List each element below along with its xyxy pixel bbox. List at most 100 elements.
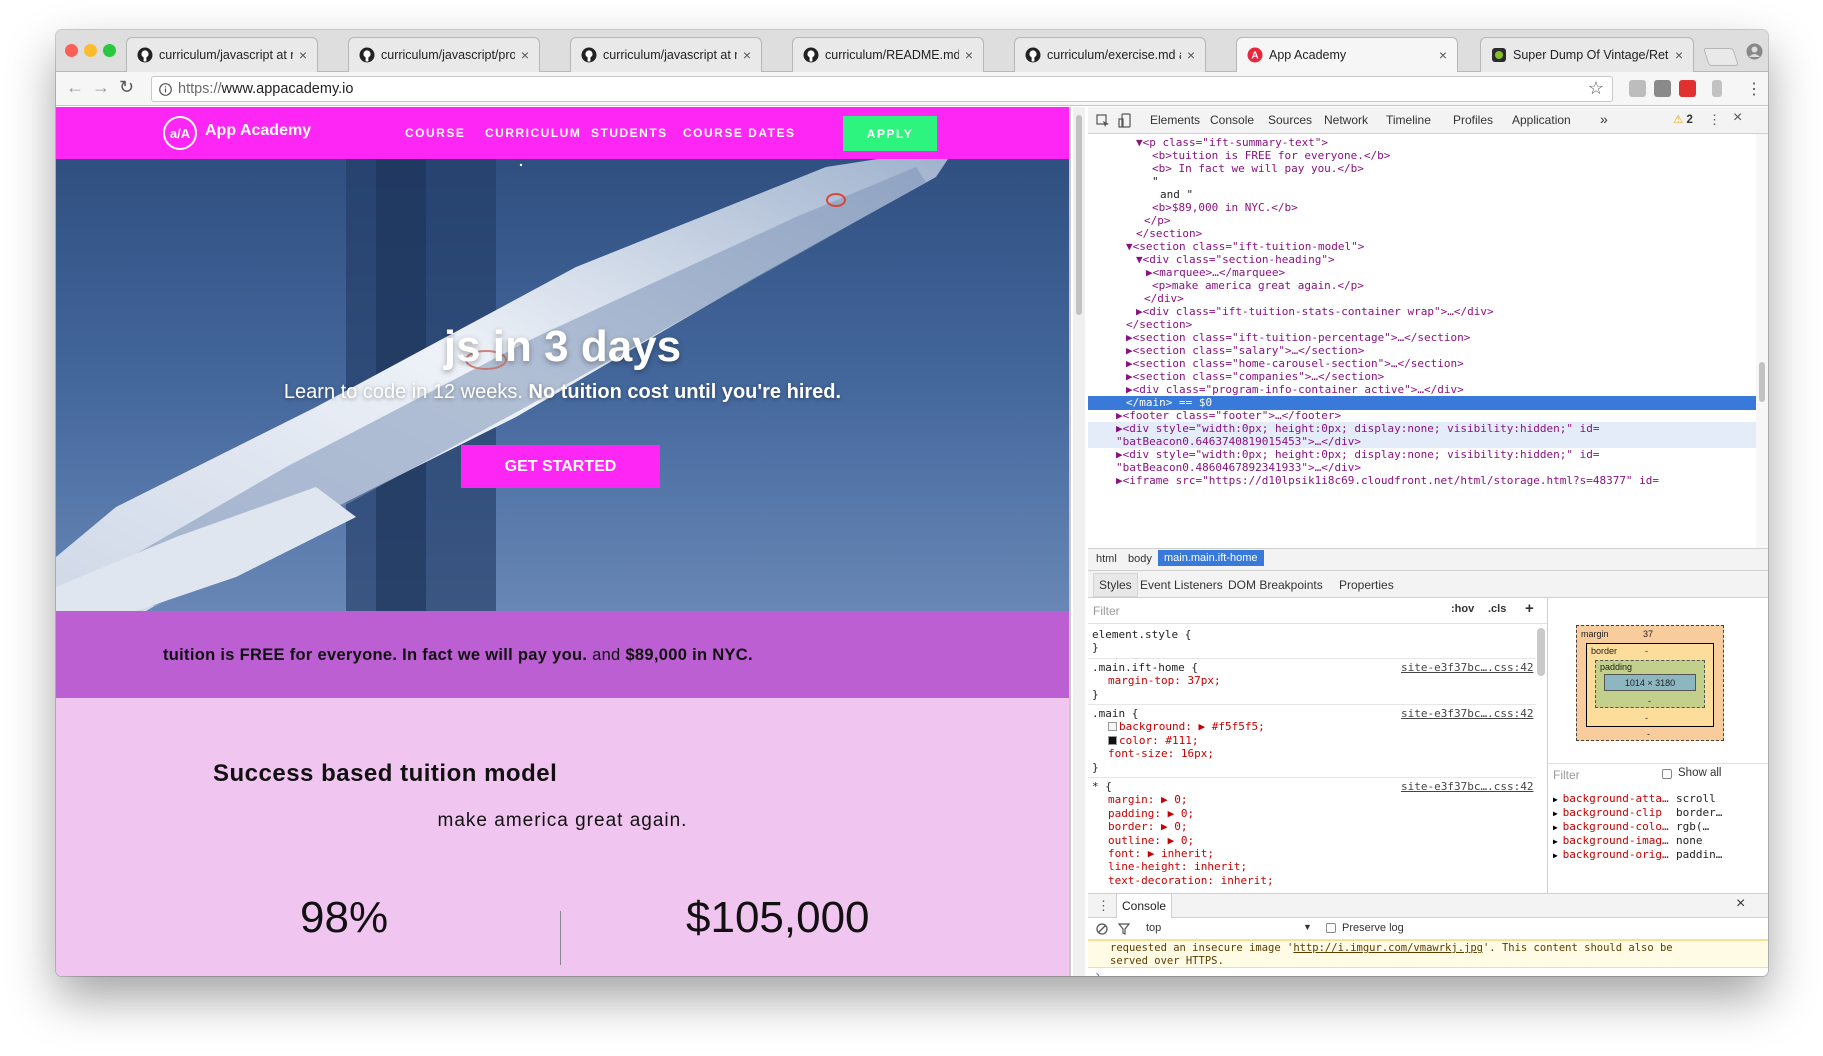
- styles-filter-input[interactable]: Filter: [1093, 604, 1120, 618]
- cls-toggle[interactable]: .cls: [1488, 603, 1506, 615]
- css-declaration[interactable]: border: ▶ 0;: [1108, 820, 1187, 834]
- close-icon[interactable]: ×: [743, 47, 751, 63]
- reload-icon[interactable]: ↻: [119, 77, 134, 98]
- tab-timeline[interactable]: Timeline: [1386, 113, 1431, 127]
- tab-3[interactable]: curriculum/README.md at ma ×: [792, 37, 984, 72]
- crumb-html[interactable]: html: [1096, 553, 1117, 565]
- dom-node-line[interactable]: </p>: [1144, 214, 1171, 228]
- dom-node-line[interactable]: ▶<div class="program-info-container acti…: [1126, 383, 1464, 397]
- dom-node-line[interactable]: </section>: [1136, 227, 1202, 241]
- css-rule-line[interactable]: .main {: [1092, 707, 1138, 721]
- apply-button[interactable]: APPLY: [843, 116, 937, 151]
- dom-node-line[interactable]: ▶<iframe src="https://d10lpsik1i8c69.clo…: [1116, 474, 1659, 488]
- chevron-down-icon[interactable]: ▼: [1303, 922, 1312, 932]
- more-tabs-icon[interactable]: »: [1600, 111, 1608, 127]
- chrome-menu-icon[interactable]: ⋮: [1746, 79, 1762, 99]
- dom-node-line[interactable]: <b>tuition is FREE for everyone.</b>: [1152, 149, 1390, 163]
- css-rule-line[interactable]: element.style {: [1092, 628, 1191, 642]
- tab-2[interactable]: curriculum/javascript at maste ×: [570, 37, 762, 72]
- dom-node-line[interactable]: "batBeacon0.6463740819015453">…</div>: [1116, 435, 1361, 449]
- dom-node-line[interactable]: ▶<section class="salary">…</section>: [1126, 344, 1364, 358]
- site-logo-text[interactable]: App Academy: [205, 122, 311, 140]
- box-model-margin-top[interactable]: 37: [1643, 629, 1653, 639]
- close-icon[interactable]: ×: [521, 47, 529, 63]
- console-prompt[interactable]: ›: [1094, 968, 1101, 976]
- dom-node-line[interactable]: <b> In fact we will pay you.</b>: [1152, 162, 1364, 176]
- box-model-padding-bottom[interactable]: -: [1648, 696, 1651, 706]
- stylesheet-link[interactable]: site-e3f37bc….css:42: [1401, 707, 1533, 720]
- close-icon[interactable]: ×: [299, 47, 307, 63]
- expand-triangle-icon[interactable]: ▶: [1553, 809, 1563, 818]
- dom-node-line[interactable]: and ": [1160, 188, 1193, 202]
- dom-node-line[interactable]: "batBeacon0.4860467892341933">…</div>: [1116, 461, 1361, 475]
- box-model-margin-bottom[interactable]: -: [1647, 729, 1650, 739]
- computed-property[interactable]: ▶ background-colo…: [1553, 820, 1669, 834]
- stylesheet-link[interactable]: site-e3f37bc….css:42: [1401, 780, 1533, 793]
- tab-6[interactable]: Super Dump Of Vintage/Retro ×: [1480, 37, 1694, 72]
- extension-m-icon[interactable]: [1654, 80, 1671, 97]
- subtab-event-listeners[interactable]: Event Listeners: [1140, 578, 1223, 592]
- extension-bar-icon[interactable]: [1712, 80, 1722, 97]
- tab-4[interactable]: curriculum/exercise.md at ma ×: [1014, 37, 1206, 72]
- dom-node-line[interactable]: ▼<div class="section-heading">: [1136, 253, 1335, 267]
- box-model-padding[interactable]: padding - 1014 × 3180: [1595, 660, 1705, 708]
- dom-node-line[interactable]: </section>: [1126, 318, 1192, 332]
- css-declaration[interactable]: text-decoration: inherit;: [1108, 874, 1274, 888]
- box-model-border[interactable]: border - - padding - 1014 × 3180: [1586, 643, 1714, 727]
- dom-node-line[interactable]: ▶<div style="width:0px; height:0px; disp…: [1116, 448, 1599, 462]
- dom-node-line[interactable]: <b>$89,000 in NYC.</b>: [1152, 201, 1298, 215]
- computed-property[interactable]: ▶ background-imag…: [1553, 834, 1669, 848]
- devtools-menu-icon[interactable]: ⋮: [1708, 112, 1721, 128]
- subtab-dom-breakpoints[interactable]: DOM Breakpoints: [1228, 578, 1323, 592]
- info-icon[interactable]: [159, 83, 172, 96]
- computed-property[interactable]: ▶ background-orig…: [1553, 848, 1669, 862]
- close-icon[interactable]: ×: [1187, 47, 1195, 63]
- dom-node-line[interactable]: ▼<section class="ift-tuition-model">: [1126, 240, 1364, 254]
- show-all-checkbox[interactable]: [1662, 769, 1672, 779]
- dom-node-line[interactable]: ▶<section class="ift-tuition-percentage"…: [1126, 331, 1470, 345]
- styles-scrollbar-thumb[interactable]: [1537, 628, 1545, 676]
- app-academy-logo-icon[interactable]: a/A: [163, 116, 197, 150]
- subtab-properties[interactable]: Properties: [1339, 578, 1394, 592]
- dom-node-line[interactable]: ": [1152, 175, 1159, 189]
- elements-scrollbar-thumb[interactable]: [1759, 362, 1765, 402]
- nav-curriculum[interactable]: CURRICULUM: [485, 126, 581, 140]
- css-rule-line[interactable]: }: [1092, 641, 1099, 655]
- box-model-border-bottom[interactable]: -: [1645, 713, 1648, 723]
- page-scrollbar[interactable]: [1073, 107, 1085, 976]
- minimize-window-button[interactable]: [84, 44, 97, 57]
- tab-elements[interactable]: Elements: [1150, 113, 1200, 127]
- computed-property[interactable]: ▶ background-atta…: [1553, 792, 1669, 806]
- css-declaration[interactable]: background: ▶ #f5f5f5;: [1108, 720, 1265, 734]
- get-started-button[interactable]: GET STARTED: [461, 445, 660, 488]
- back-icon[interactable]: ←: [66, 77, 84, 98]
- close-window-button[interactable]: [65, 44, 78, 57]
- dom-node-line[interactable]: ▼<p class="ift-summary-text">: [1136, 136, 1328, 150]
- bookmark-star-icon[interactable]: ☆: [1588, 78, 1604, 99]
- page-scrollbar-thumb[interactable]: [1076, 115, 1082, 315]
- nav-students[interactable]: STUDENTS: [591, 126, 668, 140]
- computed-filter-input[interactable]: Filter: [1553, 768, 1580, 782]
- close-icon[interactable]: ×: [1439, 47, 1447, 63]
- crumb-body[interactable]: body: [1128, 553, 1152, 565]
- device-toolbar-icon[interactable]: [1118, 113, 1132, 128]
- filter-icon[interactable]: [1118, 923, 1130, 935]
- color-swatch-icon[interactable]: [1108, 735, 1117, 745]
- profile-icon[interactable]: [1746, 43, 1763, 60]
- console-msg-link[interactable]: http://i.imgur.com/vmawrkj.jpg: [1293, 942, 1483, 954]
- tab-1[interactable]: curriculum/javascript/projects ×: [348, 37, 540, 72]
- box-model-content[interactable]: 1014 × 3180: [1604, 674, 1696, 691]
- close-icon[interactable]: ×: [1675, 47, 1683, 63]
- tab-profiles[interactable]: Profiles: [1453, 113, 1493, 127]
- page-devtools-splitter[interactable]: [1069, 107, 1071, 976]
- dom-node-line[interactable]: ▶<footer class="footer">…</footer>: [1116, 409, 1341, 423]
- dom-node-line[interactable]: </div>: [1144, 292, 1184, 306]
- warning-count[interactable]: ⚠ 2: [1673, 112, 1693, 126]
- css-declaration[interactable]: padding: ▶ 0;: [1108, 807, 1194, 821]
- zoom-window-button[interactable]: [103, 44, 116, 57]
- box-model-margin[interactable]: margin 37 - border - - padding - 1014 × …: [1576, 625, 1724, 741]
- css-declaration[interactable]: margin: ▶ 0;: [1108, 793, 1187, 807]
- expand-triangle-icon[interactable]: ▶: [1553, 837, 1563, 846]
- stylesheet-source[interactable]: site-e3f37bc….css:42: [1401, 780, 1533, 794]
- preserve-log-checkbox[interactable]: [1326, 923, 1336, 933]
